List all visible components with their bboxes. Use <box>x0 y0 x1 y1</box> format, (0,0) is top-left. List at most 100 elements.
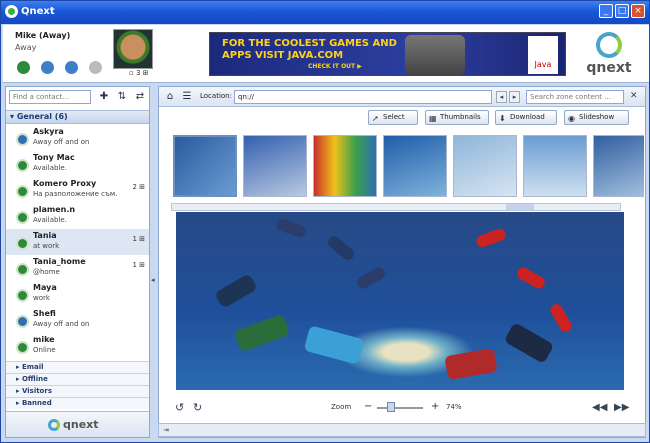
left-footer-brand: qnext <box>6 411 149 437</box>
chat-bubble-icon[interactable] <box>89 61 102 74</box>
group-email-header[interactable]: ▸ Email <box>6 361 149 373</box>
contact-status: @home <box>33 268 60 276</box>
zoom-slider-thumb[interactable] <box>386 402 395 412</box>
thumbnail[interactable] <box>383 135 447 197</box>
group-general-header[interactable]: ▾ General (6) <box>6 110 149 124</box>
skydiver <box>233 313 291 353</box>
forward-arrow-icon[interactable]: ▸ <box>509 91 520 103</box>
zoom-label: Zoom <box>331 403 352 411</box>
thumbnails-button[interactable]: ▦ Thumbnails <box>425 110 489 125</box>
qnext-mark-icon <box>596 32 622 58</box>
zone-search-input[interactable]: Search zone content ... <box>526 90 624 104</box>
unread-count[interactable]: 2 ⊞ <box>132 183 145 191</box>
contact-name: Tony Mac <box>33 153 75 162</box>
avatar-badge[interactable]: ▫ 3 ⊞ <box>129 69 149 77</box>
thumbnail[interactable] <box>453 135 517 197</box>
skydiver <box>214 273 258 309</box>
network-icon[interactable] <box>65 61 78 74</box>
contact-status: Online <box>33 346 56 354</box>
contact-name: Askyra <box>33 127 64 136</box>
thumbnail[interactable] <box>593 135 644 197</box>
select-button[interactable]: ➚ Select <box>368 110 418 125</box>
thumbnail-scrollbar[interactable] <box>171 203 621 211</box>
location-label: Location: <box>200 92 232 100</box>
find-contact-input[interactable]: Find a contact... <box>9 90 91 104</box>
online-status-icon <box>16 289 29 302</box>
panel-collapse-arrow-icon[interactable]: ◂ <box>151 276 155 284</box>
ad-cta: CHECK IT OUT ▶ <box>308 63 362 70</box>
list-view-icon[interactable]: ☰ <box>181 91 193 103</box>
contact-name: Komero Proxy <box>33 179 97 188</box>
thumbnail[interactable] <box>313 135 377 197</box>
thumbnail[interactable] <box>243 135 307 197</box>
slideshow-icon: ◉ <box>568 114 575 123</box>
close-zone-icon[interactable]: ✕ <box>630 91 638 101</box>
zoom-in-icon[interactable]: + <box>431 401 439 412</box>
contact-item[interactable]: Tania_home @home 1 ⊞ <box>6 255 149 281</box>
add-contact-icon[interactable]: ✚ <box>98 91 110 103</box>
group-offline-header[interactable]: ▸ Offline <box>6 373 149 385</box>
avatar[interactable] <box>113 29 153 69</box>
group-banned-header[interactable]: ▸ Banned <box>6 397 149 409</box>
online-status-icon <box>16 263 29 276</box>
unread-count[interactable]: 1 ⊞ <box>132 235 145 243</box>
rotate-left-icon[interactable]: ↺ <box>175 402 187 414</box>
contact-item[interactable]: Askyra Away off and on <box>6 125 149 151</box>
zoom-out-icon[interactable]: − <box>364 401 372 412</box>
viewer-controls: ↺ ↻ Zoom − + 74% ◀◀ ▶▶ <box>159 400 645 416</box>
home-icon[interactable]: ⌂ <box>164 91 176 103</box>
minimize-button[interactable]: _ <box>599 4 613 18</box>
contact-item[interactable]: mike Online <box>6 333 149 359</box>
contact-name: mike <box>33 335 55 344</box>
skydiver <box>474 227 508 249</box>
contact-item[interactable]: Maya work <box>6 281 149 307</box>
previous-image-icon[interactable]: ◀◀ <box>592 402 607 413</box>
maximize-button[interactable]: □ <box>615 4 629 18</box>
grid-icon: ▦ <box>429 114 437 123</box>
contact-item[interactable]: Tony Mac Available. <box>6 151 149 177</box>
footer-wordmark: qnext <box>63 418 99 431</box>
contact-item[interactable]: plamen.n Available. <box>6 203 149 229</box>
java-logo: Java <box>528 36 558 74</box>
back-arrow-icon[interactable]: ◂ <box>496 91 507 103</box>
status-icon[interactable] <box>17 61 30 74</box>
location-input[interactable]: qn:// <box>234 90 492 104</box>
user-name[interactable]: Mike (Away) <box>15 31 70 40</box>
contact-status: Away off and on <box>33 320 90 328</box>
photo-viewer[interactable] <box>176 212 624 390</box>
skydiver <box>355 265 387 291</box>
status-bar-grip-icon[interactable]: ⇥ <box>163 426 169 434</box>
swap-icon[interactable]: ⇄ <box>134 91 146 103</box>
contact-status: Available. <box>33 216 67 224</box>
scrollbar-thumb[interactable] <box>506 204 534 210</box>
thumbnail[interactable] <box>523 135 587 197</box>
contact-item[interactable]: Tania at work 1 ⊞ <box>6 229 149 255</box>
contacts-icon[interactable] <box>41 61 54 74</box>
java-ad-banner[interactable]: FOR THE COOLEST GAMES AND APPS VISIT JAV… <box>209 32 566 76</box>
slideshow-button[interactable]: ◉ Slideshow <box>564 110 629 125</box>
skydiver <box>274 217 308 239</box>
close-button[interactable]: × <box>631 4 645 18</box>
contact-status: at work <box>33 242 60 250</box>
rotate-right-icon[interactable]: ↻ <box>193 402 205 414</box>
user-status[interactable]: Away <box>15 43 36 52</box>
status-bar: ⇥ <box>158 423 646 437</box>
contact-item[interactable]: Shefi Away off and on <box>6 307 149 333</box>
online-status-icon <box>16 237 29 250</box>
thumbnail[interactable] <box>173 135 237 197</box>
next-image-icon[interactable]: ▶▶ <box>614 402 629 413</box>
qnext-brand: qnext <box>572 30 646 78</box>
qnext-mark-icon <box>48 419 60 431</box>
zoom-slider[interactable] <box>377 407 423 409</box>
contact-name: Tania_home <box>33 257 86 266</box>
robot-image <box>405 35 465 75</box>
profile-header: Mike (Away) Away ▫ 3 ⊞ FOR THE COOLEST G… <box>3 25 649 83</box>
group-visitors-header[interactable]: ▸ Visitors <box>6 385 149 397</box>
unread-count[interactable]: 1 ⊞ <box>132 261 145 269</box>
sort-icon[interactable]: ⇅ <box>116 91 128 103</box>
location-toolbar: ⌂ ☰ Location: qn:// ◂ ▸ Search zone cont… <box>159 87 645 107</box>
download-button[interactable]: ⬇ Download <box>495 110 557 125</box>
skydiver <box>548 302 574 334</box>
title-bar[interactable]: Qnext _ □ × <box>1 1 649 24</box>
contact-item[interactable]: Komero Proxy На разположение съм. 2 ⊞ <box>6 177 149 203</box>
